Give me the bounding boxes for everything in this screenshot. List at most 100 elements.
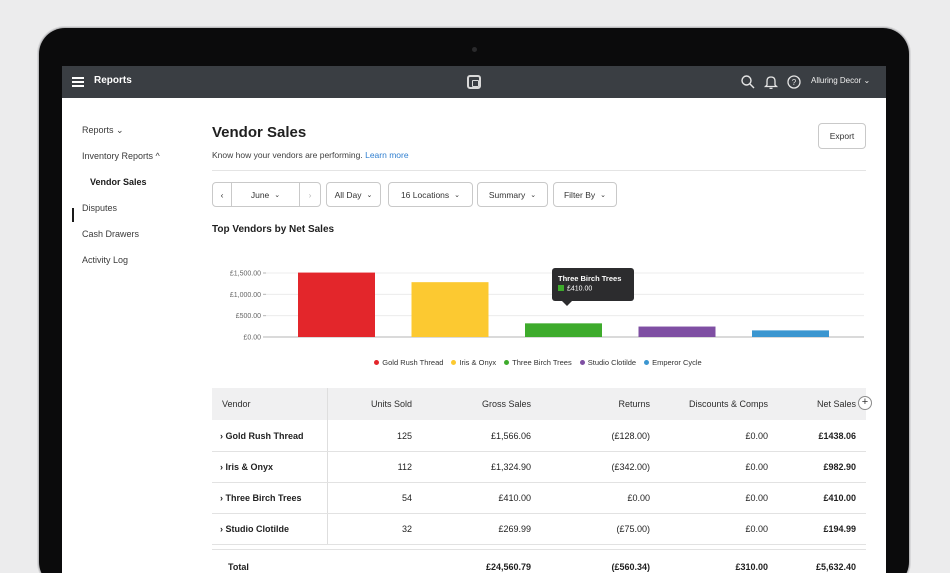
bar-emperor-cycle[interactable] [752, 330, 829, 337]
add-column-button[interactable]: + [858, 396, 872, 410]
y-tick-label: £500.00 [236, 313, 261, 320]
sidebar-item-cash-drawers[interactable]: Cash Drawers [82, 229, 139, 239]
cell-discounts-comps: £0.00 [745, 524, 768, 534]
header-gross-sales[interactable]: Gross Sales [482, 399, 531, 409]
bar-three-birch-trees[interactable] [525, 323, 602, 337]
table-row-vendor[interactable]: › Iris & Onyx [220, 462, 273, 472]
cell-net-sales: £410.00 [823, 493, 856, 503]
legend-item[interactable]: Iris & Onyx [451, 358, 496, 367]
cell-gross-sales: £1,566.06 [490, 431, 531, 441]
y-tick-label: £1,500.00 [230, 271, 261, 278]
subtitle-text: Know how your vendors are performing. [212, 150, 363, 160]
chevron-down-icon: ⌄ [600, 191, 607, 199]
row-divider [212, 451, 866, 452]
bar-iris-onyx[interactable] [411, 282, 489, 337]
total-discounts-comps: £310.00 [735, 562, 768, 572]
chart-tooltip: Three Birch Trees £410.00 [552, 268, 634, 306]
header-net-sales[interactable]: Net Sales [817, 399, 856, 409]
vendor-name: Studio Clotilde [225, 524, 290, 534]
vendor-name: Three Birch Trees [225, 493, 302, 503]
sidebar-item-activity-log[interactable]: Activity Log [82, 255, 128, 265]
tooltip-value-row: £410.00 [558, 285, 628, 293]
chevron-right-icon: › [220, 431, 223, 441]
export-button[interactable]: Export [818, 123, 866, 149]
cell-returns: (£342.00) [611, 462, 650, 472]
total-returns: (£560.34) [611, 562, 650, 572]
header-discounts-comps[interactable]: Discounts & Comps [689, 399, 768, 409]
tooltip-vendor: Three Birch Trees [558, 274, 622, 283]
sidebar-item-reports[interactable]: Reports ⌄ [82, 125, 124, 136]
top-bar: Reports ? Alluring Decor ⌄ [62, 66, 886, 98]
filter-by-select[interactable]: Filter By ⌄ [553, 182, 617, 207]
total-gross-sales: £24,560.79 [485, 562, 531, 572]
sidebar-item-inventory-reports[interactable]: Inventory Reports ^ [82, 151, 160, 161]
cell-units-sold: 125 [396, 431, 412, 441]
header-divider [212, 170, 866, 171]
table-row-vendor[interactable]: › Gold Rush Thread [220, 431, 304, 441]
cell-units-sold: 32 [401, 524, 412, 534]
tooltip-swatch [558, 285, 564, 291]
chevron-right-icon: › [220, 462, 223, 472]
cell-units-sold: 112 [397, 462, 412, 472]
next-period-button[interactable]: › [299, 182, 321, 207]
page-title: Vendor Sales [212, 124, 307, 141]
vendor-sales-chart: £0.00 £500.00 £1,000.00 £1,500.00 [230, 271, 864, 342]
y-tick-label: £0.00 [243, 335, 261, 342]
legend-dot [579, 360, 585, 365]
row-divider [212, 513, 866, 514]
active-indicator [72, 208, 74, 222]
bar-gold-rush-thread[interactable] [298, 272, 375, 337]
bell-icon[interactable] [763, 74, 779, 90]
prev-period-button[interactable]: ‹ [212, 182, 232, 207]
hamburger-menu-icon[interactable] [72, 77, 84, 87]
legend-item[interactable]: Studio Clotilde [579, 358, 636, 367]
cell-returns: £0.00 [627, 493, 650, 503]
time-range-select[interactable]: All Day ⌄ [326, 182, 381, 207]
help-icon[interactable]: ? [786, 74, 802, 90]
table-row-vendor[interactable]: › Studio Clotilde [220, 524, 289, 534]
header-vendor[interactable]: Vendor [222, 399, 251, 409]
chevron-down-icon: ⌄ [274, 191, 281, 199]
month-select-label: June [250, 189, 270, 200]
bar-studio-clotilde[interactable] [638, 326, 716, 337]
cell-net-sales: £982.90 [823, 462, 856, 472]
cell-gross-sales: £269.99 [498, 524, 531, 534]
column-divider [327, 388, 328, 544]
cell-units-sold: 54 [401, 493, 412, 503]
y-tick-label: £1,000.00 [230, 292, 261, 299]
header-units-sold[interactable]: Units Sold [371, 399, 412, 409]
chevron-right-icon: › [220, 493, 223, 503]
account-menu[interactable]: Alluring Decor ⌄ [811, 76, 870, 85]
legend-item[interactable]: Gold Rush Thread [374, 358, 443, 367]
row-divider [212, 544, 866, 545]
chevron-right-icon: › [220, 524, 223, 534]
cell-net-sales: £194.99 [823, 524, 856, 534]
legend-label: Three Birch Trees [512, 358, 572, 367]
learn-more-link[interactable]: Learn more [365, 150, 408, 160]
app-title: Reports [94, 75, 132, 86]
legend-label: Emperor Cycle [652, 358, 702, 367]
month-select[interactable]: June ⌄ [231, 182, 300, 207]
locations-label: 16 Locations [400, 189, 450, 200]
cell-discounts-comps: £0.00 [745, 462, 768, 472]
search-icon[interactable] [740, 74, 756, 90]
vendor-name: Gold Rush Thread [225, 431, 304, 441]
chart-title: Top Vendors by Net Sales [212, 224, 335, 235]
page-subtitle: Know how your vendors are performing. Le… [212, 150, 409, 160]
table-row-vendor[interactable]: › Three Birch Trees [220, 493, 302, 503]
legend-item[interactable]: Three Birch Trees [504, 358, 572, 367]
chevron-down-icon: ⌄ [530, 191, 537, 199]
cell-gross-sales: £1,324.90 [490, 462, 531, 472]
sidebar-item-disputes[interactable]: Disputes [82, 203, 117, 213]
total-divider [212, 549, 866, 550]
legend-item[interactable]: Emperor Cycle [644, 358, 702, 367]
view-select[interactable]: Summary ⌄ [477, 182, 548, 207]
filter-by-label: Filter By [563, 189, 596, 200]
cell-discounts-comps: £0.00 [745, 431, 768, 441]
legend-label: Iris & Onyx [459, 358, 497, 367]
total-net-sales: £5,632.40 [815, 562, 856, 572]
locations-select[interactable]: 16 Locations ⌄ [388, 182, 473, 207]
header-returns[interactable]: Returns [618, 399, 650, 409]
sidebar-item-vendor-sales[interactable]: Vendor Sales [90, 177, 147, 187]
cell-returns: (£75.00) [616, 524, 650, 534]
